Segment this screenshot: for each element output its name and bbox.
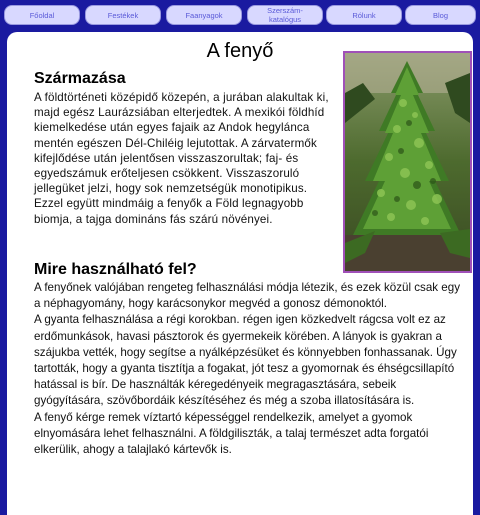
use-paragraph-1: A fenyőnek valójában rengeteg felhasznál…: [34, 281, 461, 311]
top-navigation: Főoldal Festékek Faanyagok Szerszám- kat…: [0, 0, 480, 32]
nav-blog-button[interactable]: Blog: [405, 5, 476, 25]
nav-timber-button[interactable]: Faanyagok: [166, 5, 242, 25]
use-paragraph-2: A gyanta felhasználása a régi korokban. …: [34, 313, 457, 408]
origin-paragraph: A földtörténeti középidő közepén, a jurá…: [34, 91, 329, 226]
content-card: A fenyő Származása A földtörténeti közép…: [7, 32, 473, 515]
nav-home-button[interactable]: Főoldal: [4, 5, 80, 25]
use-section: A fenyőnek valójában rengeteg felhasznál…: [34, 280, 464, 458]
nav-paints-button[interactable]: Festékek: [85, 5, 161, 25]
origin-heading: Származása: [34, 70, 126, 87]
use-heading: Mire használható fel?: [34, 261, 197, 278]
nav-about-button[interactable]: Rólunk: [326, 5, 402, 25]
use-paragraph-3: A fenyő kérge remek víztartó képességgel…: [34, 410, 429, 457]
nav-tool-catalog-button[interactable]: Szerszám- katalógus: [247, 5, 323, 25]
fir-tree-photo: [343, 51, 472, 273]
fir-tree-image: [345, 53, 470, 271]
